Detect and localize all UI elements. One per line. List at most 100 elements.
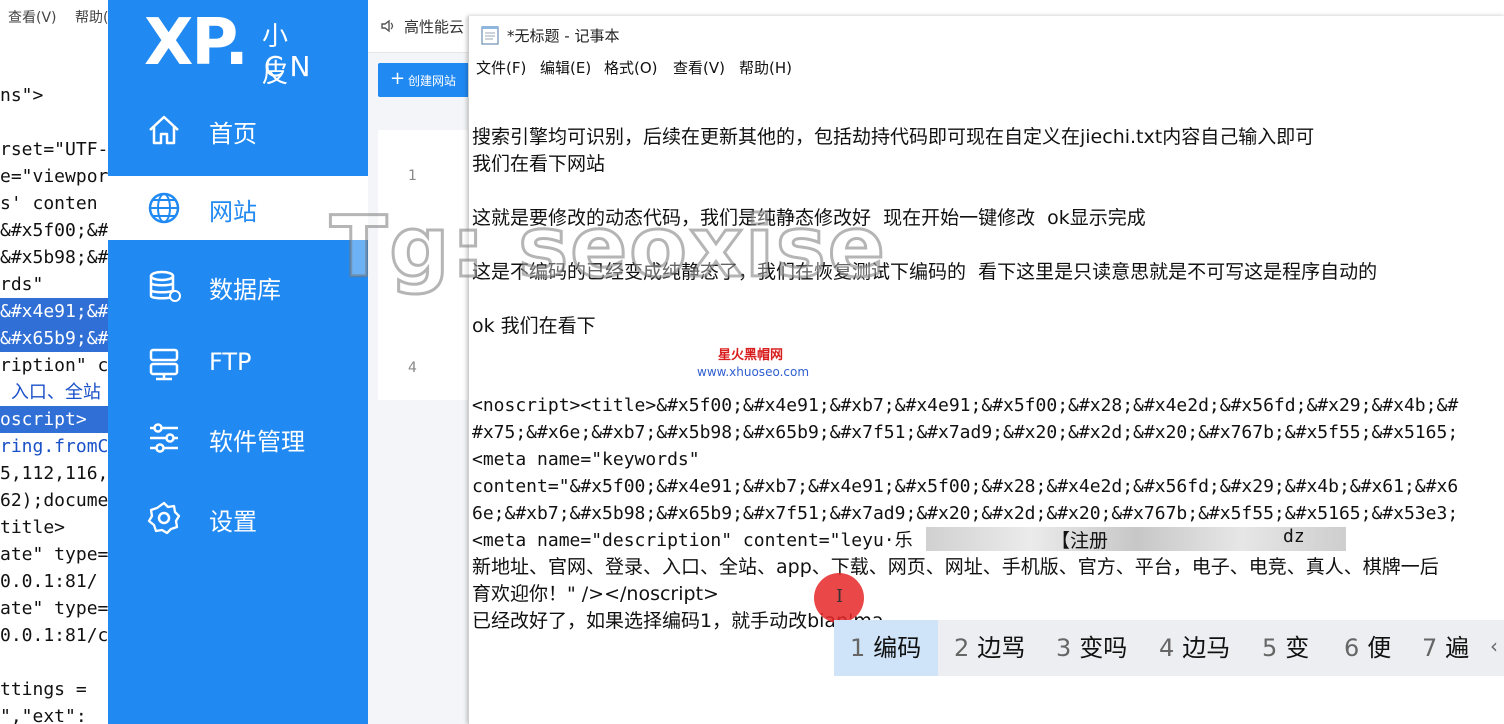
speaker-icon — [381, 19, 394, 33]
notepad-line: ok 我们在看下 — [472, 315, 596, 337]
announcement-text: 高性能云 — [404, 18, 465, 36]
database-icon — [149, 270, 181, 302]
notepad-titlebar: *无标题 - 记事本 — [469, 16, 1504, 52]
ime-candidate[interactable]: 3 变吗 — [1040, 620, 1143, 676]
code-line: oscript> — [0, 406, 120, 433]
notepad-line: 6e;&#xb7;&#x5b98;&#x65b9;&#x7f51;&#x7ad9… — [472, 503, 1459, 524]
background-code-editor: 查看(V) 帮助( ns"> rset="UTF-e="viewpor s' con… — [0, 0, 120, 724]
menu-edit[interactable]: 编辑(E) — [540, 57, 591, 78]
ime-candidate-number: 2 — [954, 634, 970, 662]
ime-candidate-number: 1 — [850, 634, 866, 662]
code-editor-menubar: 查看(V) 帮助( — [0, 0, 120, 30]
notepad-line: <noscript><title>&#x5f00;&#x4e91;&#xb7;&… — [472, 395, 1459, 416]
code-line: e="viewpor — [0, 166, 109, 187]
notepad-menubar: 文件(F) 编辑(E) 格式(O) 查看(V) 帮助(H) — [469, 54, 1504, 80]
code-line: &#x4e91;&# — [0, 298, 120, 325]
home-icon — [149, 115, 179, 145]
ime-candidate-number: 7 — [1422, 634, 1438, 662]
plus-icon: + — [390, 68, 406, 89]
code-menu-view[interactable]: 查看(V) — [8, 7, 57, 27]
ime-candidate[interactable]: 5变 — [1246, 620, 1328, 676]
watermark-telegram: Tg: seoxise — [329, 197, 887, 298]
notepad-title: *无标题 - 记事本 — [507, 27, 620, 45]
code-line: 入口、全站 — [0, 382, 101, 403]
menu-format[interactable]: 格式(O) — [604, 57, 658, 78]
ime-candidate-number: 5 — [1262, 634, 1278, 662]
nav-item-settings[interactable]: 设置 — [108, 486, 368, 550]
notepad-line: content="&#x5f00;&#x4e91;&#xb7;&#x4e91;&… — [472, 476, 1459, 497]
code-line: ription" co — [0, 355, 120, 376]
code-line: &#x5f00;&# — [0, 220, 109, 241]
ime-candidate-number: 6 — [1344, 634, 1360, 662]
ime-candidate-text: 边骂 — [977, 634, 1026, 662]
row-number: 4 — [408, 360, 417, 376]
watermark-site-url: www.xhuoseo.com — [697, 365, 810, 379]
ime-candidate-text: 编码 — [873, 634, 922, 662]
create-site-button[interactable]: + 创建网站 — [378, 63, 478, 97]
ime-candidate[interactable]: 6便 — [1328, 620, 1406, 676]
nav-item-ftp[interactable]: FTP — [108, 332, 368, 396]
ime-candidate[interactable]: 4 边马 — [1143, 620, 1246, 676]
code-line: &#x5b98;&# — [0, 247, 109, 268]
nav-label: FTP — [209, 348, 252, 376]
notepad-line: 新地址、官网、登录、入口、全站、app、下载、网页、网址、手机版、官方、平台，电… — [472, 556, 1439, 578]
menu-view[interactable]: 查看(V) — [673, 57, 725, 78]
sliders-icon — [150, 423, 178, 453]
xp-sidebar: XP. 小皮 CN 首页 网站 数据库 FTP 软件管理 设置 — [108, 0, 368, 724]
code-line: ring.fromC — [0, 436, 109, 457]
ime-candidate[interactable]: 1 编码 — [834, 620, 938, 676]
notepad-line: 搜索引擎均可识别，后续在更新其他的，包括劫持代码即可现在自定义在jiechi.t… — [472, 126, 1315, 148]
nav-item-software[interactable]: 软件管理 — [108, 406, 368, 470]
code-line: ","ext": — [0, 706, 87, 724]
ime-candidate[interactable]: 2 边骂 — [938, 620, 1040, 676]
nav-label: 网站 — [209, 198, 257, 226]
nav-label: 软件管理 — [209, 428, 305, 456]
desc-fragment: dz — [1283, 526, 1305, 547]
ime-candidate-text: 变 — [1285, 634, 1310, 662]
nav-item-home[interactable]: 首页 — [108, 98, 368, 162]
code-line: 0.0.1:81/ — [0, 571, 98, 592]
code-line: ttings = — [0, 679, 98, 700]
ime-candidate[interactable]: 7遍 — [1406, 620, 1486, 676]
code-line: s' conten — [0, 193, 98, 214]
code-line: 62);docume — [0, 490, 109, 511]
code-line: title> — [0, 517, 66, 538]
notepad-line: 育欢迎你！" /></noscript> — [472, 583, 719, 605]
notepad-line: <meta name="keywords" — [472, 449, 700, 470]
ime-candidate-text: 便 — [1367, 634, 1392, 662]
ime-candidate-text: 变吗 — [1079, 634, 1128, 662]
nav-item-websites[interactable]: 网站 — [108, 176, 368, 240]
menu-file[interactable]: 文件(F) — [476, 57, 526, 78]
nav-label: 首页 — [209, 120, 257, 148]
notepad-icon — [481, 26, 499, 45]
code-line: 0.0.1:81/c — [0, 625, 109, 646]
logo-main: XP. — [144, 6, 249, 80]
code-line: ns"> — [0, 85, 44, 106]
code-line: ate" type= — [0, 544, 109, 565]
ime-candidate-bar: 1 编码 2 边骂 3 变吗 4 边马 5 变 6 便 7 遍 ‹ — [834, 620, 1504, 676]
desc-fragment: 【注册 — [1051, 530, 1109, 552]
settings-gear-icon — [147, 501, 181, 535]
watermark-site-name: 星火黑帽网 — [718, 348, 784, 363]
ftp-server-icon — [149, 348, 179, 381]
code-line: 5,112,116, — [0, 463, 109, 484]
ime-candidate-text: 边马 — [1182, 634, 1231, 662]
code-menu-help[interactable]: 帮助( — [75, 7, 108, 27]
code-line: &#x65b9;&# — [0, 325, 120, 352]
notepad-window: *无标题 - 记事本 文件(F) 编辑(E) 格式(O) 查看(V) 帮助(H)… — [468, 16, 1504, 724]
nav-item-database[interactable]: 数据库 — [108, 254, 368, 318]
text-cursor-icon: I — [836, 586, 844, 607]
logo-cn: CN — [264, 50, 317, 83]
notepad-line: #x75;&#x6e;&#xb7;&#x5b98;&#x65b9;&#x7f51… — [472, 422, 1459, 443]
code-line: rset="UTF- — [0, 139, 109, 160]
code-line: rds" — [0, 274, 44, 295]
ime-candidate-number: 4 — [1159, 634, 1175, 662]
sites-panel: 高性能云 + 创建网站 1 4 — [368, 0, 478, 724]
create-site-label: 创建网站 — [408, 74, 457, 88]
row-number: 1 — [408, 168, 417, 184]
nav-label: 数据库 — [209, 276, 281, 304]
menu-help[interactable]: 帮助(H) — [739, 57, 792, 78]
chevron-left-icon[interactable]: ‹ — [1490, 634, 1498, 658]
notepad-line: 我们在看下网站 — [472, 153, 606, 175]
